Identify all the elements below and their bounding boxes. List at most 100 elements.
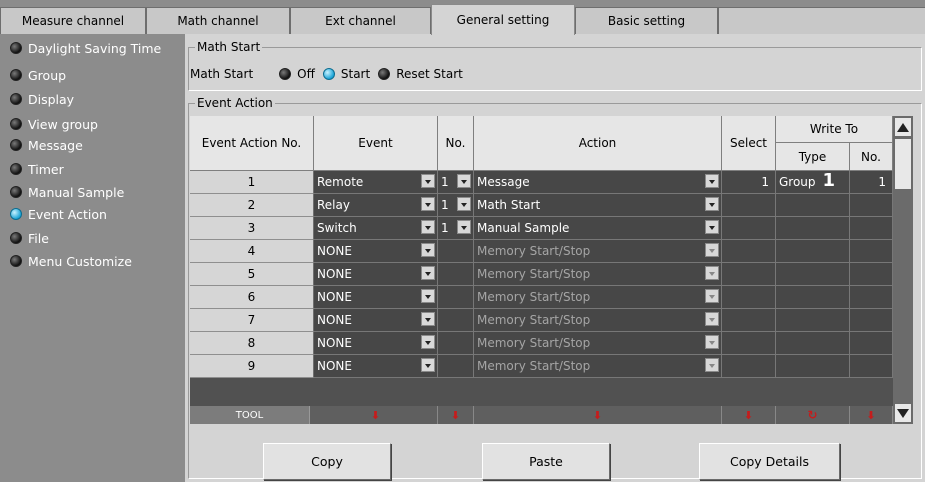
write-type-value: Group	[779, 175, 816, 189]
sidebar-item-label: Display	[28, 91, 75, 107]
header-write-type: Type	[776, 143, 850, 171]
dropdown-arrow-icon[interactable]	[457, 220, 471, 234]
dropdown-arrow-icon[interactable]	[705, 174, 719, 188]
dropdown-arrow-icon[interactable]	[705, 312, 719, 326]
tab-ext-channel[interactable]: Ext channel	[290, 7, 431, 34]
sidebar-item-file[interactable]: File	[10, 227, 49, 249]
dropdown-arrow-icon[interactable]	[705, 220, 719, 234]
dropdown-arrow-icon[interactable]	[705, 289, 719, 303]
dropdown-arrow-icon[interactable]	[457, 174, 471, 188]
tab-measure-channel[interactable]: Measure channel	[0, 7, 146, 34]
event-select[interactable]: NONE	[314, 240, 438, 263]
event-select[interactable]: Relay	[314, 194, 438, 217]
action-select[interactable]: Memory Start/Stop	[474, 355, 722, 378]
scroll-up-button[interactable]	[894, 117, 912, 137]
action-select[interactable]: Memory Start/Stop	[474, 332, 722, 355]
event-select[interactable]: NONE	[314, 309, 438, 332]
sidebar-item-view-group[interactable]: View group	[10, 113, 98, 135]
scroll-down-button[interactable]	[894, 403, 912, 423]
dropdown-arrow-icon[interactable]	[421, 312, 435, 326]
event-select[interactable]: NONE	[314, 332, 438, 355]
dropdown-arrow-icon[interactable]	[705, 197, 719, 211]
action-value: Math Start	[477, 198, 541, 212]
down-arrow-icon: ⬇	[370, 408, 381, 422]
action-select[interactable]: Message	[474, 171, 722, 194]
sidebar-item-message[interactable]: Message	[10, 134, 83, 156]
event-select[interactable]: NONE	[314, 286, 438, 309]
event-no-select[interactable]: 1	[438, 217, 474, 240]
dropdown-arrow-icon[interactable]	[421, 243, 435, 257]
event-select[interactable]: NONE	[314, 355, 438, 378]
action-select[interactable]: Manual Sample	[474, 217, 722, 240]
action-select[interactable]: Memory Start/Stop	[474, 286, 722, 309]
down-arrow-icon: ⬇	[450, 408, 461, 422]
action-select[interactable]: Math Start	[474, 194, 722, 217]
row-number: 6	[190, 286, 314, 309]
paste-button[interactable]: Paste	[482, 443, 610, 480]
event-no-select[interactable]: 1	[438, 171, 474, 194]
table-scrollbar[interactable]	[893, 116, 913, 424]
sidebar-item-menu-customize[interactable]: Menu Customize	[10, 250, 132, 272]
action-select[interactable]: Memory Start/Stop	[474, 263, 722, 286]
tool-fill-event-button[interactable]: ⬇	[314, 406, 438, 424]
select-value-cell	[722, 286, 776, 309]
tool-label: TOOL	[190, 406, 310, 424]
sidebar-item-event-action[interactable]: Event Action	[10, 203, 107, 225]
tab-general-setting[interactable]: General setting	[431, 4, 575, 35]
event-value: NONE	[317, 244, 352, 258]
dropdown-arrow-icon[interactable]	[705, 335, 719, 349]
tab-basic-setting[interactable]: Basic setting	[575, 7, 718, 34]
tab-bar-filler	[718, 7, 925, 34]
event-select[interactable]: Remote	[314, 171, 438, 194]
write-no-value: 1	[878, 175, 886, 189]
dropdown-arrow-icon[interactable]	[421, 197, 435, 211]
scroll-thumb[interactable]	[894, 138, 912, 190]
copy-details-button[interactable]: Copy Details	[699, 443, 840, 480]
select-value-cell[interactable]: 1	[722, 171, 776, 194]
event-value: Remote	[317, 175, 364, 189]
sidebar-item-label: Menu Customize	[28, 253, 132, 269]
dropdown-arrow-icon[interactable]	[421, 289, 435, 303]
event-select[interactable]: Switch	[314, 217, 438, 240]
sidebar-item-manual-sample[interactable]: Manual Sample	[10, 181, 124, 203]
dropdown-arrow-icon[interactable]	[421, 358, 435, 372]
radio-dot-icon	[10, 232, 22, 244]
event-no-select[interactable]: 1	[438, 194, 474, 217]
math-start-reset-start-radio[interactable]: Reset Start	[378, 67, 463, 81]
row-number: 7	[190, 309, 314, 332]
write-no-cell[interactable]: 1	[850, 171, 893, 194]
tool-fill-action-button[interactable]: ⬇	[474, 406, 722, 424]
tool-fill-write-no-button[interactable]: ⬇	[850, 406, 893, 424]
math-start-off-radio[interactable]: Off	[279, 67, 315, 81]
sidebar-item-group[interactable]: Group	[10, 64, 66, 86]
event-select[interactable]: NONE	[314, 263, 438, 286]
write-type-cell[interactable]: Group 1	[776, 171, 850, 194]
math-start-start-radio[interactable]: Start	[322, 67, 370, 81]
row-number: 5	[190, 263, 314, 286]
write-no-cell	[850, 332, 893, 355]
dropdown-arrow-icon[interactable]	[421, 335, 435, 349]
dropdown-arrow-icon[interactable]	[457, 197, 471, 211]
sidebar-item-display[interactable]: Display	[10, 88, 74, 110]
select-value-cell	[722, 240, 776, 263]
radio-label: Off	[297, 67, 315, 81]
sidebar-item-timer[interactable]: Timer	[10, 158, 64, 180]
dropdown-arrow-icon[interactable]	[421, 220, 435, 234]
tool-cycle-type-button[interactable]: ↻	[776, 406, 850, 424]
action-select[interactable]: Memory Start/Stop	[474, 309, 722, 332]
dropdown-arrow-icon[interactable]	[421, 266, 435, 280]
sidebar-item-daylight-saving-time[interactable]: Daylight Saving Time	[10, 37, 161, 59]
radio-dot-selected-icon	[10, 208, 22, 220]
tool-fill-event-no-button[interactable]: ⬇	[438, 406, 474, 424]
tool-fill-select-button[interactable]: ⬇	[722, 406, 776, 424]
copy-button[interactable]: Copy	[263, 443, 391, 480]
radio-dot-icon	[378, 68, 391, 80]
event-value: NONE	[317, 290, 352, 304]
dropdown-arrow-icon[interactable]	[705, 266, 719, 280]
action-select[interactable]: Memory Start/Stop	[474, 240, 722, 263]
tab-math-channel[interactable]: Math channel	[146, 7, 290, 34]
dropdown-arrow-icon[interactable]	[421, 174, 435, 188]
dropdown-arrow-icon[interactable]	[705, 358, 719, 372]
dropdown-arrow-icon[interactable]	[705, 243, 719, 257]
sidebar: Daylight Saving Time Group Display View …	[0, 34, 185, 482]
